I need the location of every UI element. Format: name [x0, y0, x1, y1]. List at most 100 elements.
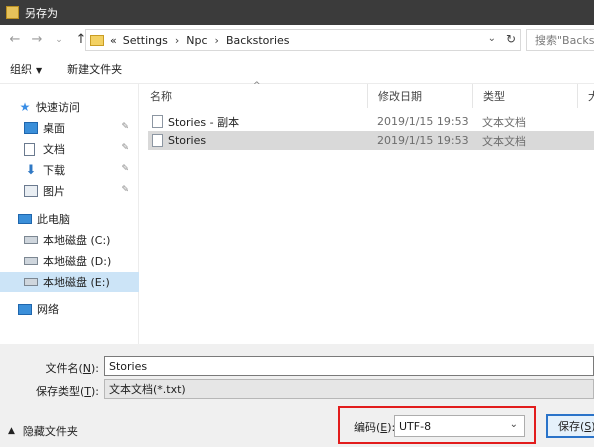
computer-icon: [18, 214, 32, 224]
breadcrumb-npc[interactable]: Npc: [186, 34, 207, 47]
pin-icon: ✎: [121, 122, 129, 132]
address-row: ← → ⌄ ↑ « Settings › Npc › Backstories ⌄…: [0, 25, 594, 54]
network-icon: [18, 303, 32, 315]
download-arrow-icon: ⬇: [25, 162, 37, 178]
column-label: 名称: [150, 90, 172, 103]
text-file-icon: [152, 134, 163, 147]
address-dropdown-icon[interactable]: ⌄: [488, 33, 496, 44]
column-header-modified[interactable]: 修改日期: [368, 84, 473, 108]
filename-input[interactable]: Stories: [104, 356, 594, 376]
encoding-label: 编码(E):: [354, 421, 396, 434]
encoding-accesskey: E: [380, 421, 388, 434]
picture-icon: [24, 185, 38, 197]
encoding-label-text: 编码: [354, 421, 376, 434]
file-row-selected[interactable]: Stories 2019/1/15 19:53 文本文档: [148, 131, 594, 150]
nav-this-pc[interactable]: 此电脑: [0, 209, 139, 229]
save-label: 保存: [558, 420, 580, 433]
nav-drive-e[interactable]: 本地磁盘 (E:): [0, 272, 139, 292]
nav-quick-access[interactable]: ★ 快速访问: [0, 97, 139, 117]
filetype-label-text: 保存类型: [35, 385, 80, 398]
hide-folders-button[interactable]: ▲ 隐藏文件夹: [8, 423, 78, 439]
breadcrumb-backstories[interactable]: Backstories: [226, 34, 290, 47]
filename-label-text: 文件名: [45, 362, 79, 375]
breadcrumb-settings[interactable]: Settings: [123, 34, 168, 47]
nav-label: 快速访问: [36, 101, 80, 114]
nav-label: 本地磁盘 (D:): [43, 255, 112, 268]
organize-button[interactable]: 组织 ▼: [10, 61, 42, 77]
new-folder-button[interactable]: 新建文件夹: [67, 61, 122, 77]
navigation-pane: ★ 快速访问 桌面 ✎ 文档 ✎ ⬇ 下载 ✎ 图片 ✎ 此电脑 本地磁盘 (C…: [0, 84, 139, 344]
address-bar[interactable]: « Settings › Npc › Backstories ⌄ ↻: [85, 29, 521, 51]
file-modified: 2019/1/15 19:53: [377, 115, 469, 128]
nav-label: 下载: [43, 164, 65, 177]
refresh-icon[interactable]: ↻: [506, 32, 516, 46]
encoding-value: UTF-8: [399, 419, 432, 433]
file-name-cell: Stories: [152, 131, 206, 150]
chevron-down-icon: ⌄: [509, 419, 518, 430]
filename-accesskey: N: [82, 362, 91, 375]
caret-down-icon: ▼: [36, 65, 43, 75]
column-header-size[interactable]: 大: [578, 84, 594, 108]
file-name: Stories - 副本: [168, 115, 240, 129]
nav-network[interactable]: 网络: [0, 299, 139, 319]
filetype-label: 保存类型(T):: [35, 385, 99, 398]
nav-drive-c[interactable]: 本地磁盘 (C:): [0, 230, 139, 250]
pin-icon: ✎: [121, 164, 129, 174]
breadcrumb-separator[interactable]: ›: [215, 34, 219, 47]
nav-desktop[interactable]: 桌面 ✎: [0, 118, 139, 138]
document-icon: [24, 142, 35, 156]
nav-label: 桌面: [43, 122, 65, 135]
nav-label: 本地磁盘 (C:): [43, 234, 111, 247]
nav-label: 本地磁盘 (E:): [43, 276, 110, 289]
text-file-icon: [152, 115, 163, 128]
window-title: 另存为: [25, 6, 58, 20]
back-arrow-icon[interactable]: ←: [4, 29, 26, 51]
nav-downloads[interactable]: ⬇ 下载 ✎: [0, 160, 139, 180]
nav-label: 图片: [43, 185, 65, 198]
save-accesskey: S: [584, 419, 592, 433]
command-bar: 组织 ▼ 新建文件夹: [0, 54, 594, 84]
column-header-type[interactable]: 类型: [473, 84, 578, 108]
pin-icon: ✎: [121, 185, 129, 195]
desktop-icon: [24, 122, 38, 134]
column-label: 类型: [483, 90, 505, 103]
file-list: ^ 名称 修改日期 类型 大 Stories - 副本 2019/1/15 19…: [140, 81, 594, 344]
folder-icon: [90, 34, 104, 46]
column-label: 大: [588, 90, 594, 103]
filetype-accesskey: T: [84, 385, 91, 398]
chevron-up-icon: ▲: [8, 426, 15, 436]
recent-chevron-icon[interactable]: ⌄: [48, 29, 70, 51]
file-name: Stories: [168, 134, 207, 147]
organize-label: 组织: [10, 62, 32, 76]
save-button[interactable]: 保存(S): [546, 414, 594, 438]
save-dialog-icon: [6, 6, 19, 19]
encoding-select[interactable]: UTF-8 ⌄: [394, 415, 525, 437]
filetype-select[interactable]: 文本文档(*.txt): [104, 379, 594, 399]
breadcrumb-overflow[interactable]: «: [110, 34, 117, 47]
nav-documents[interactable]: 文档 ✎: [0, 139, 139, 159]
forward-arrow-icon[interactable]: →: [26, 29, 48, 51]
nav-pictures[interactable]: 图片 ✎: [0, 181, 139, 201]
drive-icon: [24, 278, 38, 286]
star-icon: ★: [19, 100, 31, 114]
drive-icon: [24, 257, 38, 265]
nav-label: 网络: [37, 303, 59, 316]
drive-icon: [24, 236, 38, 244]
nav-drive-d[interactable]: 本地磁盘 (D:): [0, 251, 139, 271]
hide-folders-label: 隐藏文件夹: [22, 425, 78, 438]
file-row[interactable]: Stories - 副本 2019/1/15 19:53 文本文档: [148, 112, 594, 131]
file-name-cell: Stories - 副本: [152, 112, 239, 131]
column-label: 修改日期: [378, 90, 422, 103]
file-type: 文本文档: [482, 134, 526, 148]
column-header-name[interactable]: ^ 名称: [140, 81, 368, 108]
title-bar: 另存为: [0, 0, 594, 25]
breadcrumb-separator[interactable]: ›: [175, 34, 179, 47]
nav-label: 此电脑: [37, 213, 70, 226]
sort-ascending-icon: ^: [253, 81, 261, 91]
file-type: 文本文档: [482, 115, 526, 129]
pin-icon: ✎: [121, 143, 129, 153]
nav-label: 文档: [43, 143, 65, 156]
filename-label: 文件名(N):: [45, 362, 99, 375]
file-modified: 2019/1/15 19:53: [377, 134, 469, 147]
search-input[interactable]: 搜索"Backst: [526, 29, 594, 51]
